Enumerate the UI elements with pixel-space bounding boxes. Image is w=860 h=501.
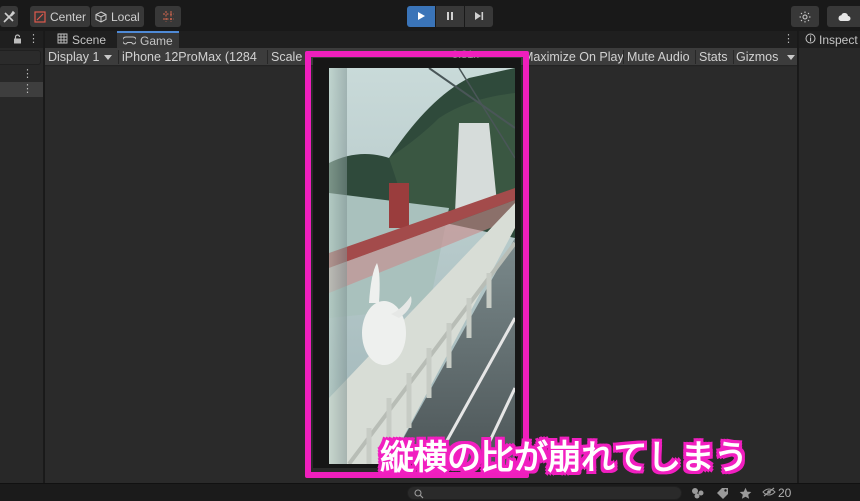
info-icon [805, 33, 816, 47]
pause-icon [445, 10, 455, 24]
console-search-input[interactable] [407, 486, 682, 500]
tab-scene-label: Scene [72, 32, 107, 47]
space-local-label: Local [111, 9, 140, 24]
status-bar: 20 [0, 483, 860, 501]
services-button[interactable] [791, 6, 819, 27]
playmode-controls [407, 6, 493, 27]
row-menu-icon[interactable]: ⋮ [22, 84, 33, 95]
maximize-on-play-toggle[interactable]: Maximize On Play [523, 48, 623, 66]
tab-inspector[interactable]: Inspect [799, 31, 860, 48]
tag-icon[interactable] [716, 486, 729, 500]
grid-snap-button[interactable] [155, 6, 181, 27]
separator [623, 50, 624, 64]
sun-icon [799, 11, 811, 23]
pivot-center-toggle[interactable]: Center [30, 6, 91, 27]
hierarchy-row-selected[interactable]: ⋮ [0, 82, 43, 97]
tools-button[interactable] [0, 6, 18, 27]
space-local-toggle[interactable]: Local [91, 6, 144, 27]
chevron-down-icon [104, 54, 113, 60]
gizmos-label: Gizmos [736, 50, 779, 64]
hierarchy-row[interactable]: ⋮ [0, 67, 43, 82]
pivot-icon [34, 10, 46, 23]
stats-label: Stats [699, 50, 728, 64]
resolution-dropdown[interactable]: iPhone 12ProMax (1284 [122, 48, 267, 66]
step-button[interactable] [465, 6, 493, 27]
tab-game[interactable]: Game [117, 31, 179, 48]
hidden-objects-counter[interactable]: 20 [762, 486, 791, 500]
display-label: Display 1 [48, 50, 100, 64]
scale-label: Scale [271, 50, 303, 64]
separator [695, 50, 696, 64]
maximize-label: Maximize On Play [523, 50, 623, 64]
pivot-center-label: Center [50, 9, 87, 24]
row-menu-icon[interactable]: ⋮ [22, 69, 33, 80]
main-toolbar: Center Local [0, 0, 860, 31]
hidden-count: 20 [778, 486, 792, 500]
annotation-caption: 縦横の比が崩れてしまう [380, 438, 748, 478]
separator [733, 50, 734, 64]
gizmos-dropdown[interactable]: Gizmos [736, 48, 796, 66]
star-icon[interactable] [739, 486, 752, 500]
eye-slash-icon [762, 486, 776, 500]
separator [118, 50, 119, 64]
play-icon [416, 10, 426, 24]
chevron-down-icon [787, 54, 796, 60]
kebab-menu-icon[interactable]: ⋮ [28, 34, 39, 45]
hierarchy-search-input[interactable] [0, 50, 41, 65]
grid-snap-icon [162, 10, 175, 23]
inspector-tab-label: Inspect [819, 32, 858, 47]
cloud-button[interactable] [827, 6, 860, 27]
scene-visibility-icon[interactable] [691, 486, 705, 500]
tab-scene[interactable]: Scene [51, 31, 112, 48]
view-tab-strip: Scene Game ⋮ [45, 31, 797, 48]
view-menu-icon[interactable]: ⋮ [783, 34, 794, 45]
step-icon [474, 10, 484, 24]
mute-audio-toggle[interactable]: Mute Audio [627, 48, 695, 66]
separator [267, 50, 268, 64]
search-icon [414, 488, 424, 501]
pause-button[interactable] [436, 6, 464, 27]
cube-icon [95, 10, 107, 23]
stats-toggle[interactable]: Stats [699, 48, 733, 66]
mute-label: Mute Audio [627, 50, 690, 64]
highlight-box [305, 51, 529, 478]
lock-icon[interactable] [13, 33, 22, 47]
gamepad-icon [122, 34, 137, 48]
cloud-icon [837, 12, 851, 22]
play-button[interactable] [407, 6, 435, 27]
grid-icon [57, 33, 68, 47]
tab-game-label: Game [140, 33, 173, 48]
hierarchy-tab-bar: ⋮ [0, 31, 43, 48]
display-dropdown[interactable]: Display 1 [48, 48, 118, 66]
resolution-label: iPhone 12ProMax (1284 [122, 50, 257, 64]
hierarchy-panel: ⋮ ⋮ ⋮ [0, 31, 44, 483]
tools-icon [2, 10, 16, 24]
inspector-panel: Inspect [798, 31, 860, 483]
